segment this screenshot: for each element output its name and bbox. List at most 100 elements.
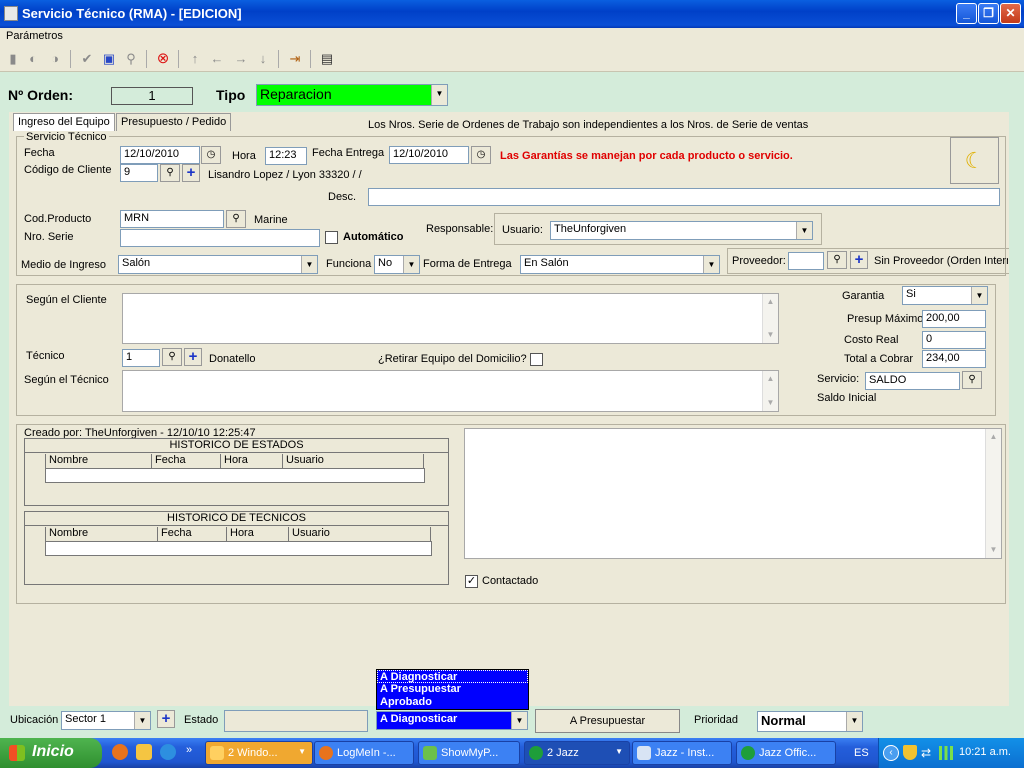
close-button[interactable]: ✕ bbox=[1000, 3, 1021, 24]
historico-notes[interactable]: ▲ ▼ bbox=[464, 428, 1002, 559]
segun-tecnico-memo[interactable]: ▲ ▼ bbox=[122, 370, 779, 412]
table-row[interactable] bbox=[45, 468, 425, 483]
ie-icon[interactable] bbox=[160, 744, 176, 760]
language-indicator[interactable]: ES bbox=[854, 747, 869, 759]
firefox-icon[interactable] bbox=[112, 744, 128, 760]
proveedor-label: Proveedor: bbox=[732, 255, 786, 267]
task-showmypc[interactable]: ShowMyP... bbox=[418, 741, 520, 765]
clock: 10:21 a.m. bbox=[959, 746, 1011, 758]
exit-icon[interactable]: ⇥ bbox=[286, 50, 304, 68]
forward-page-icon[interactable]: ◑ bbox=[46, 50, 64, 68]
toolbar-separator bbox=[70, 50, 71, 68]
menu-parametros[interactable]: Parámetros bbox=[6, 30, 63, 42]
estado-select[interactable]: A Diagnosticar ▼ bbox=[376, 711, 528, 730]
fecha-label: Fecha bbox=[24, 147, 55, 159]
task-logmein[interactable]: LogMeIn -... bbox=[314, 741, 414, 765]
add-icon[interactable]: + bbox=[184, 348, 202, 366]
cancel-icon[interactable]: ⊗ bbox=[154, 50, 172, 68]
arrow-up-icon[interactable]: ↑ bbox=[186, 50, 204, 68]
tecnico-field[interactable]: 1 bbox=[122, 349, 160, 367]
back-icon[interactable]: ◐ bbox=[24, 50, 42, 68]
title-bar: Servicio Técnico (RMA) - [EDICION] _ ❐ ✕ bbox=[0, 0, 1024, 28]
tab-note: Los Nros. Serie de Ordenes de Trabajo so… bbox=[368, 119, 809, 131]
automatico-checkbox[interactable] bbox=[325, 231, 338, 244]
add-icon[interactable]: + bbox=[850, 251, 868, 269]
retirar-checkbox[interactable] bbox=[530, 353, 543, 366]
garantia-select[interactable]: Si ▼ bbox=[902, 286, 988, 305]
presupuestar-button[interactable]: A Presupuestar bbox=[535, 709, 680, 733]
scrollbar[interactable]: ▲ ▼ bbox=[762, 371, 778, 411]
grid-icon[interactable]: ▤ bbox=[318, 50, 336, 68]
funciona-select[interactable]: No ▼ bbox=[374, 255, 420, 274]
desc-field[interactable] bbox=[368, 188, 1000, 206]
usuario-select[interactable]: TheUnforgiven ▼ bbox=[550, 221, 813, 240]
menu-bar: Parámetros bbox=[0, 28, 1024, 46]
minimize-button[interactable]: _ bbox=[956, 3, 977, 24]
total-cobrar-field[interactable]: 234,00 bbox=[922, 350, 986, 368]
search-icon[interactable]: ⚲ bbox=[827, 251, 847, 269]
forma-entrega-select[interactable]: En Salón ▼ bbox=[520, 255, 720, 274]
chevron-down-icon: ▼ bbox=[511, 712, 527, 729]
arrow-down-icon[interactable]: ↓ bbox=[254, 50, 272, 68]
codigo-cliente-field[interactable]: 9 bbox=[120, 164, 158, 182]
task-jazz-inst[interactable]: Jazz - Inst... bbox=[632, 741, 732, 765]
moon-icon[interactable]: ☾ bbox=[950, 137, 999, 184]
check-icon[interactable]: ✔ bbox=[78, 50, 96, 68]
shield-icon[interactable] bbox=[903, 745, 917, 760]
add-icon[interactable]: + bbox=[182, 164, 200, 182]
search-icon[interactable]: ⚲ bbox=[160, 164, 180, 182]
ubicacion-select[interactable]: Sector 1 ▼ bbox=[61, 711, 151, 730]
search-icon[interactable]: ⚲ bbox=[962, 371, 982, 389]
servicio-field[interactable]: SALDO bbox=[865, 372, 960, 390]
hora-field[interactable]: 12:23 bbox=[265, 147, 307, 165]
tab-presupuesto-pedido[interactable]: Presupuesto / Pedido bbox=[116, 113, 232, 131]
tab-ingreso-equipo[interactable]: Ingreso del Equipo bbox=[13, 113, 115, 131]
signal-icon[interactable] bbox=[939, 746, 953, 760]
calendar-icon[interactable]: ◷ bbox=[201, 146, 221, 164]
estado-option-presupuestar[interactable]: A Presupuestar bbox=[377, 683, 528, 696]
contactado-label: Contactado bbox=[482, 575, 539, 587]
more-icon[interactable]: » bbox=[186, 744, 192, 756]
search-icon[interactable]: ⚲ bbox=[122, 50, 140, 68]
chevron-left-icon[interactable]: ‹ bbox=[883, 745, 899, 761]
estado-option-diagnosticar[interactable]: A Diagnosticar bbox=[377, 670, 528, 683]
maximize-button[interactable]: ❐ bbox=[978, 3, 999, 24]
chevron-down-icon: ▼ bbox=[134, 712, 150, 729]
nro-serie-field[interactable] bbox=[120, 229, 320, 247]
ubicacion-label: Ubicación bbox=[10, 714, 59, 726]
fecha-field[interactable]: 12/10/2010 bbox=[120, 146, 200, 164]
orden-label: Nº Orden: bbox=[8, 87, 74, 103]
chevron-down-icon: ▼ bbox=[301, 256, 317, 273]
arrow-left-icon[interactable]: ← bbox=[208, 50, 226, 68]
costo-real-field[interactable]: 0 bbox=[922, 331, 986, 349]
fecha-entrega-field[interactable]: 12/10/2010 bbox=[389, 146, 469, 164]
arrow-right-icon[interactable]: → bbox=[232, 50, 250, 68]
cod-producto-field[interactable]: MRN bbox=[120, 210, 224, 228]
contactado-checkbox[interactable]: ✓ bbox=[465, 575, 478, 588]
prioridad-value: Normal bbox=[761, 713, 806, 728]
medio-ingreso-select[interactable]: Salón ▼ bbox=[118, 255, 318, 274]
forma-entrega-label: Forma de Entrega bbox=[423, 258, 512, 270]
task-jazz[interactable]: 2 Jazz ▼ bbox=[524, 741, 630, 765]
search-icon[interactable]: ⚲ bbox=[226, 210, 246, 228]
presup-maximo-field[interactable]: 200,00 bbox=[922, 310, 986, 328]
add-icon[interactable]: + bbox=[157, 710, 175, 728]
prioridad-select[interactable]: Normal ▼ bbox=[757, 711, 863, 732]
calendar-icon[interactable]: ◷ bbox=[471, 146, 491, 164]
table-row[interactable] bbox=[45, 541, 432, 556]
segun-cliente-memo[interactable]: ▲ ▼ bbox=[122, 293, 779, 344]
start-button[interactable]: Inicio bbox=[0, 738, 102, 768]
scrollbar[interactable]: ▲ ▼ bbox=[985, 429, 1001, 558]
scrollbar[interactable]: ▲ ▼ bbox=[762, 294, 778, 343]
search-icon[interactable]: ⚲ bbox=[162, 348, 182, 366]
task-jazz-office[interactable]: Jazz Offic... bbox=[736, 741, 836, 765]
save-icon[interactable]: ▣ bbox=[100, 50, 118, 68]
new-icon[interactable]: ▮ bbox=[4, 50, 22, 68]
estado-option-aprobado[interactable]: Aprobado bbox=[377, 696, 528, 709]
toolbar-separator bbox=[146, 50, 147, 68]
proveedor-field[interactable] bbox=[788, 252, 824, 270]
task-windows[interactable]: 2 Windo... ▼ bbox=[205, 741, 313, 765]
tipo-select[interactable]: Reparacion ▼ bbox=[256, 84, 448, 106]
quicklaunch-icon[interactable] bbox=[136, 744, 152, 760]
network-icon[interactable]: ⇄ bbox=[921, 746, 931, 760]
